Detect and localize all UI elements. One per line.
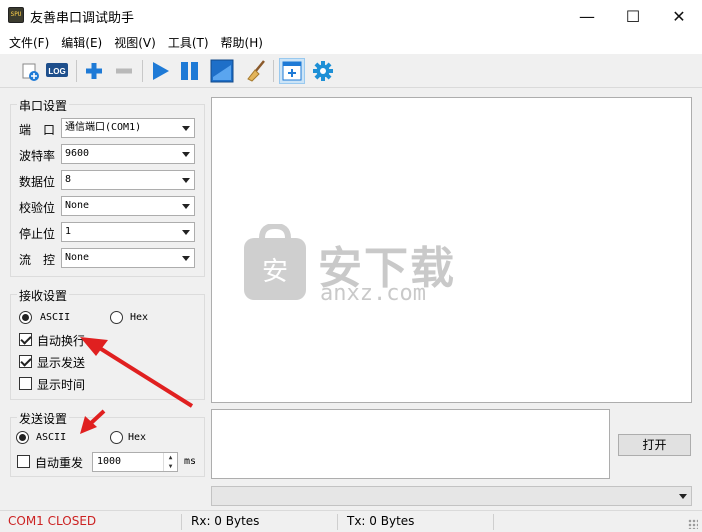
resize-grip-icon[interactable] [688,519,698,529]
port-status: COM1 CLOSED [8,514,97,528]
status-divider [493,514,494,530]
status-bar: COM1 CLOSED Rx: 0 Bytes Tx: 0 Bytes [0,510,702,532]
tx-count: Tx: 0 Bytes [347,514,415,528]
status-divider [337,514,338,530]
arrow-shaft [88,409,106,426]
status-divider [181,514,182,530]
arrow-shaft [96,345,194,408]
red-arrow-annotations [80,337,194,434]
arrow-head-icon [80,337,108,356]
rx-count: Rx: 0 Bytes [191,514,260,528]
app-window: SPU 友善串口调试助手 — ☐ ✕ 文件(F) 编辑(E) 视图(V) 工具(… [0,0,702,532]
